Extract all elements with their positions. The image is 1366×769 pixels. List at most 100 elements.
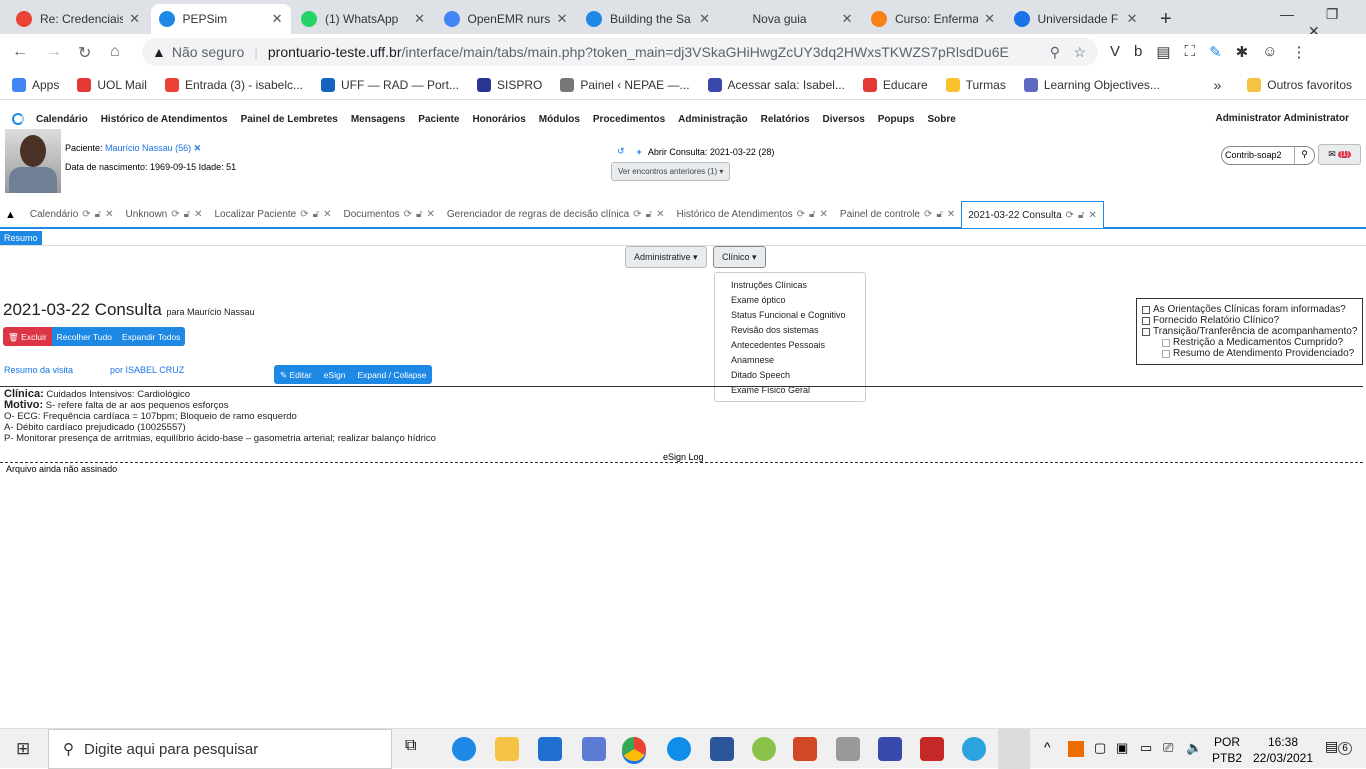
bookmark-item[interactable]: Apps <box>12 77 59 92</box>
file-explorer-icon[interactable] <box>495 737 519 761</box>
app-tab[interactable]: Histórico de Atendimentos ⟳ 🔓︎ ✕ <box>670 202 833 228</box>
camera-icon[interactable]: ▢ <box>1094 740 1106 756</box>
bookmark-item[interactable]: Entrada (3) - isabelc... <box>164 77 303 92</box>
plus-icon[interactable]: + <box>637 147 642 157</box>
checkbox[interactable] <box>1162 338 1170 347</box>
menu-item[interactable]: Relatórios <box>761 114 810 125</box>
checklist-item[interactable]: Resumo de Atendimento Providenciado? <box>1142 348 1362 359</box>
zoom-icon[interactable]: ⚲ <box>1050 44 1060 61</box>
lock-icon[interactable]: 🔓︎ <box>184 209 190 220</box>
extension-icon[interactable]: b <box>1134 43 1142 61</box>
dropdown-item[interactable]: Antecedentes Pessoais <box>715 337 865 352</box>
lock-icon[interactable]: 🔓︎ <box>95 209 101 220</box>
close-tab-icon[interactable]: ✕ <box>842 11 853 27</box>
new-tab-button[interactable]: + <box>1152 4 1180 34</box>
url-bar[interactable]: ▲ Não seguro | prontuario-teste.uff.br/i… <box>142 38 1098 66</box>
refresh-icon[interactable]: ⟳ <box>1066 210 1074 221</box>
menu-item[interactable]: Paciente <box>418 114 459 125</box>
bookmark-item[interactable]: Educare <box>862 77 928 92</box>
app-tab[interactable]: Documentos ⟳ 🔓︎ ✕ <box>337 202 440 228</box>
history-icon[interactable]: ↺ <box>617 146 625 157</box>
app-tab[interactable]: Painel de controle ⟳ 🔓︎ ✕ <box>834 202 961 228</box>
lock-icon[interactable]: 🔓︎ <box>809 209 815 220</box>
checkbox[interactable] <box>1142 316 1150 325</box>
checklist-item[interactable]: As Orientações Clínicas foram informadas… <box>1142 304 1362 315</box>
esign-log-link[interactable]: eSign Log <box>663 452 704 462</box>
puzzle-icon[interactable]: ✱ <box>1236 43 1249 61</box>
user-menu[interactable]: Administrator Administrator <box>1215 113 1349 124</box>
lock-icon[interactable]: 🔓︎ <box>313 209 319 220</box>
close-icon[interactable]: ✕ <box>656 209 664 220</box>
close-tab-icon[interactable]: ✕ <box>984 11 995 27</box>
edit-button[interactable]: ✎ Editar <box>274 365 318 384</box>
dropdown-item[interactable]: Exame Físico Geral <box>715 382 865 397</box>
close-icon[interactable]: ✕ <box>105 209 113 220</box>
more-bookmarks-button[interactable]: » <box>1214 77 1222 93</box>
paint-icon[interactable] <box>752 737 776 761</box>
esign-button[interactable]: eSign <box>318 365 352 384</box>
checklist-item[interactable]: Restrição a Medicamentos Cumprido? <box>1142 337 1362 348</box>
administrative-menu[interactable]: Administrative ▾ <box>625 246 707 268</box>
clock[interactable]: 16:38 22/03/2021 <box>1248 734 1318 766</box>
expand-all-button[interactable]: Expandir Todos <box>116 327 186 346</box>
telegram-icon[interactable] <box>962 737 986 761</box>
close-tab-icon[interactable]: ✕ <box>1127 11 1138 27</box>
extension-icon[interactable]: V <box>1110 43 1120 61</box>
network-icon[interactable]: ⎚ <box>1163 740 1173 756</box>
close-tab-icon[interactable]: ✕ <box>557 11 568 27</box>
app-tab[interactable]: Localizar Paciente ⟳ 🔓︎ ✕ <box>209 202 338 228</box>
dropdown-item[interactable]: Revisão dos sistemas <box>715 322 865 337</box>
menu-kebab-icon[interactable]: ⋮ <box>1292 43 1307 61</box>
chevron-up-icon[interactable]: ^ <box>1044 739 1051 755</box>
taskbar-search[interactable]: ⚲ Digite aqui para pesquisar <box>48 729 392 769</box>
checkbox[interactable] <box>1162 349 1170 358</box>
close-icon[interactable]: ✕ <box>947 209 955 220</box>
teamviewer-icon[interactable] <box>667 737 691 761</box>
collapse-header-icon[interactable]: ▲ <box>5 209 16 221</box>
close-tab-icon[interactable]: ✕ <box>272 11 283 27</box>
dropdown-item[interactable]: Exame óptico <box>715 292 865 307</box>
app-tab[interactable]: Gerenciador de regras de decisão clínica… <box>441 202 671 228</box>
tray-app-icon[interactable] <box>1068 741 1084 757</box>
menu-item[interactable]: Calendário <box>36 114 88 125</box>
browser-tab[interactable]: PEPSim ✕ <box>150 4 291 34</box>
lock-icon[interactable]: 🔓︎ <box>1078 210 1084 221</box>
close-icon[interactable]: ✕ <box>194 209 202 220</box>
other-favorites[interactable]: Outros favoritos <box>1247 77 1352 92</box>
lock-icon[interactable]: 🔓︎ <box>646 209 652 220</box>
dropdown-item[interactable]: Status Funcional e Cognitivo <box>715 307 865 322</box>
close-tab-icon[interactable]: ✕ <box>129 11 140 27</box>
close-icon[interactable]: ✕ <box>1089 210 1097 221</box>
menu-item[interactable]: Histórico de Atendimentos <box>101 114 228 125</box>
patient-search-input[interactable]: Contrib-soap2 ⚲ <box>1221 146 1315 165</box>
minimize-button[interactable]: — <box>1280 6 1294 22</box>
menu-item[interactable]: Administração <box>678 114 747 125</box>
battery-icon[interactable]: ▭ <box>1140 740 1152 756</box>
menu-item[interactable]: Procedimentos <box>593 114 665 125</box>
lock-icon[interactable]: 🔓︎ <box>416 209 422 220</box>
clinico-menu[interactable]: Clínico ▾ <box>713 246 766 268</box>
menu-item[interactable]: Diversos <box>823 114 865 125</box>
language-indicator[interactable]: POR PTB2 <box>1212 734 1242 766</box>
close-patient-icon[interactable]: ✕ <box>194 143 202 153</box>
bookmark-item[interactable]: UOL Mail <box>77 77 147 92</box>
menu-item[interactable]: Popups <box>878 114 915 125</box>
browser-tab[interactable]: Nova guia ✕ <box>721 4 861 34</box>
task-view-icon[interactable]: ⧉ <box>405 737 429 761</box>
browser-tab[interactable]: Curso: Enferma ✕ <box>863 4 1003 34</box>
volume-icon[interactable]: 🔈 <box>1186 740 1202 756</box>
search-icon[interactable]: ⚲ <box>1294 147 1314 164</box>
bookmark-item[interactable]: Turmas <box>945 77 1006 92</box>
maximize-button[interactable]: ❐ <box>1326 6 1339 22</box>
bookmark-item[interactable]: Learning Objectives... <box>1023 77 1160 92</box>
extension-icon[interactable]: ✎ <box>1209 43 1222 61</box>
close-icon[interactable]: ✕ <box>820 209 828 220</box>
bookmark-star-icon[interactable]: ☆ <box>1073 44 1086 61</box>
dropdown-item[interactable]: Ditado Speech <box>715 367 865 382</box>
checklist-item[interactable]: Transição/Tranferência de acompanhamento… <box>1142 326 1362 337</box>
refresh-icon[interactable]: ⟳ <box>171 209 179 220</box>
reload-icon[interactable]: ↻ <box>78 43 91 63</box>
forward-icon[interactable]: → <box>46 43 62 61</box>
delete-button[interactable]: 🗑 Excluir <box>3 327 52 346</box>
notifications-button[interactable]: ▤ 6 <box>1325 738 1352 755</box>
